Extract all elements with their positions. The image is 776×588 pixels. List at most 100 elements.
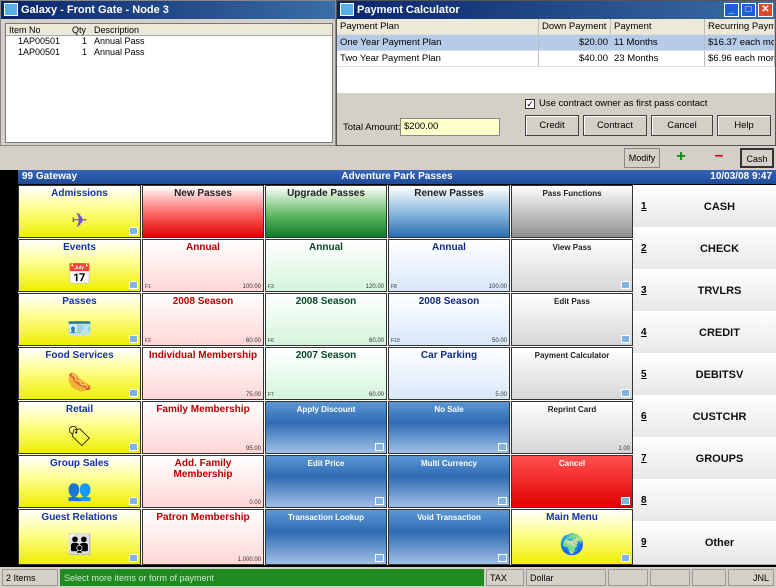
no-sale-tile[interactable]: No Sale bbox=[388, 401, 510, 454]
tile-corner-icon bbox=[129, 554, 138, 562]
plan-recurring: $16.37 each month bbox=[705, 35, 775, 50]
payment-calculator-titlebar[interactable]: Payment Calculator _ □ ✕ bbox=[337, 1, 775, 19]
plan-recurring: $6.96 each month bbox=[705, 51, 775, 66]
apply-discount-tile[interactable]: Apply Discount bbox=[265, 401, 387, 454]
tender-hotkey: 8 bbox=[641, 495, 647, 506]
tile-price: 60.00 bbox=[368, 392, 384, 398]
tender-hotkey: 3 bbox=[641, 285, 647, 296]
tile-label: New Passes bbox=[174, 188, 232, 199]
category-guest-relations[interactable]: Guest Relations 👪 bbox=[18, 509, 141, 565]
cancel-button[interactable]: Cancel bbox=[651, 115, 713, 136]
upgrade-2007-season-tile[interactable]: 2007 Season F7 60.00 bbox=[265, 347, 387, 400]
tile-corner-icon bbox=[621, 281, 630, 289]
tender-trvlrs-button[interactable]: 3 TRVLRS bbox=[633, 269, 776, 315]
tile-code: F2 bbox=[145, 338, 151, 344]
renew-annual-tile[interactable]: Annual F8 100.00 bbox=[388, 239, 510, 292]
col-description[interactable]: Description bbox=[91, 24, 291, 35]
remove-icon[interactable]: – bbox=[702, 148, 736, 168]
category-food-services[interactable]: Food Services 🌭 bbox=[18, 347, 141, 400]
category-admissions[interactable]: Admissions ✈ bbox=[18, 185, 141, 238]
new-annual-tile[interactable]: Annual F1 100.00 bbox=[142, 239, 264, 292]
category-events[interactable]: Events 📅 bbox=[18, 239, 141, 292]
tender-debitsv-button[interactable]: 5 DEBITSV bbox=[633, 353, 776, 399]
tile-label: Individual Membership bbox=[148, 350, 258, 361]
tile-label: 2007 Season bbox=[295, 350, 357, 361]
currency-indicator: Dollar bbox=[526, 569, 606, 586]
galaxy-titlebar[interactable]: Galaxy - Front Gate - Node 3 bbox=[1, 1, 335, 19]
table-row[interactable]: Two Year Payment Plan $40.00 23 Months $… bbox=[337, 51, 775, 67]
tender-check-button[interactable]: 2 CHECK bbox=[633, 227, 776, 273]
table-row[interactable]: One Year Payment Plan $20.00 11 Months $… bbox=[337, 35, 775, 51]
user-initials: JNL bbox=[728, 569, 774, 586]
new-passes-header[interactable]: New Passes bbox=[142, 185, 264, 238]
individual-membership-tile[interactable]: Individual Membership 75.00 bbox=[142, 347, 264, 400]
main-menu-tile[interactable]: Main Menu 🌍 bbox=[511, 509, 633, 565]
col-item-no[interactable]: Item No bbox=[6, 24, 69, 35]
upgrade-passes-header[interactable]: Upgrade Passes bbox=[265, 185, 387, 238]
tile-price: 1.00 bbox=[618, 446, 630, 452]
total-amount-field[interactable]: $200.00 bbox=[400, 118, 500, 136]
item-qty: 1 bbox=[81, 36, 87, 46]
tile-price: 100.00 bbox=[242, 284, 261, 290]
add-family-membership-tile[interactable]: Add. Family Membership 0.00 bbox=[142, 455, 264, 508]
view-pass-tile[interactable]: View Pass bbox=[511, 239, 633, 292]
tender-hotkey: 5 bbox=[641, 369, 647, 380]
pass-functions-header[interactable]: Pass Functions bbox=[511, 185, 633, 238]
tile-label: Edit Price bbox=[307, 459, 345, 468]
contract-owner-checkbox[interactable]: ✓ bbox=[525, 98, 535, 109]
payment-calculator-tile[interactable]: Payment Calculator bbox=[511, 347, 633, 400]
tender-credit-button[interactable]: 4 CREDIT bbox=[633, 311, 776, 357]
edit-price-tile[interactable]: Edit Price bbox=[265, 455, 387, 508]
upgrade-2008-season-tile[interactable]: 2008 Season F6 60.00 bbox=[265, 293, 387, 346]
reprint-card-tile[interactable]: Reprint Card 1.00 bbox=[511, 401, 633, 454]
new-2008-season-tile[interactable]: 2008 Season F2 60.00 bbox=[142, 293, 264, 346]
tender-other-button[interactable]: 9 Other bbox=[633, 521, 776, 565]
tender-hotkey: 7 bbox=[641, 453, 647, 464]
category-passes[interactable]: Passes 🪪 bbox=[18, 293, 141, 346]
tile-label: Annual bbox=[309, 242, 343, 253]
list-item[interactable]: 1AP00501 1 Annual Pass bbox=[6, 36, 332, 47]
category-group-sales[interactable]: Group Sales 👥 bbox=[18, 455, 141, 508]
multi-currency-tile[interactable]: Multi Currency bbox=[388, 455, 510, 508]
section-title: Adventure Park Passes bbox=[341, 171, 453, 182]
patron-membership-tile[interactable]: Patron Membership 1,000.00 bbox=[142, 509, 264, 565]
modify-button[interactable]: Modify bbox=[624, 148, 660, 168]
edit-pass-tile[interactable]: Edit Pass bbox=[511, 293, 633, 346]
cancel-tile[interactable]: Cancel bbox=[511, 455, 633, 508]
contract-owner-option[interactable]: ✓ Use contract owner as first pass conta… bbox=[525, 98, 707, 109]
tile-price: 75.00 bbox=[245, 392, 261, 398]
car-parking-tile[interactable]: Car Parking 5.00 bbox=[388, 347, 510, 400]
tile-corner-icon bbox=[375, 497, 384, 505]
tender-cash-button[interactable]: 1 CASH bbox=[633, 185, 776, 231]
renew-2008-season-tile[interactable]: 2008 Season F10 50.00 bbox=[388, 293, 510, 346]
category-retail[interactable]: Retail 🏷 bbox=[18, 401, 141, 454]
cash-button[interactable]: Cash bbox=[740, 148, 774, 168]
tile-price: 60.00 bbox=[245, 338, 261, 344]
minimize-icon[interactable]: _ bbox=[724, 3, 739, 17]
tender-groups-button[interactable]: 7 GROUPS bbox=[633, 437, 776, 483]
credit-button[interactable]: Credit bbox=[525, 115, 579, 136]
maximize-icon[interactable]: □ bbox=[741, 3, 756, 17]
tile-price: 50.00 bbox=[491, 338, 507, 344]
tile-code: F6 bbox=[268, 338, 274, 344]
help-button[interactable]: Help bbox=[717, 115, 771, 136]
tender-custchr-button[interactable]: 6 CUSTCHR bbox=[633, 395, 776, 441]
close-icon[interactable]: ✕ bbox=[758, 3, 773, 17]
tender-label: TRVLRS bbox=[697, 285, 742, 297]
void-transaction-tile[interactable]: Void Transaction bbox=[388, 509, 510, 565]
tender-8-button[interactable]: 8 bbox=[633, 479, 776, 525]
tile-label: Multi Currency bbox=[420, 459, 477, 468]
renew-passes-header[interactable]: Renew Passes bbox=[388, 185, 510, 238]
pos-header-bar: 99 Gateway Adventure Park Passes 10/03/0… bbox=[18, 170, 776, 184]
list-item[interactable]: 1AP00501 1 Annual Pass bbox=[6, 47, 332, 58]
item-list[interactable]: Item No Qty Description 1AP00501 1 Annua… bbox=[5, 23, 333, 143]
tile-label: Reprint Card bbox=[547, 405, 597, 414]
family-membership-tile[interactable]: Family Membership 95.00 bbox=[142, 401, 264, 454]
add-icon[interactable]: + bbox=[664, 148, 698, 168]
upgrade-annual-tile[interactable]: Annual F3 120.00 bbox=[265, 239, 387, 292]
tile-label: Renew Passes bbox=[414, 188, 484, 199]
col-qty[interactable]: Qty bbox=[69, 24, 91, 35]
tender-hotkey: 4 bbox=[641, 327, 647, 338]
contract-button[interactable]: Contract bbox=[583, 115, 647, 136]
transaction-lookup-tile[interactable]: Transaction Lookup bbox=[265, 509, 387, 565]
